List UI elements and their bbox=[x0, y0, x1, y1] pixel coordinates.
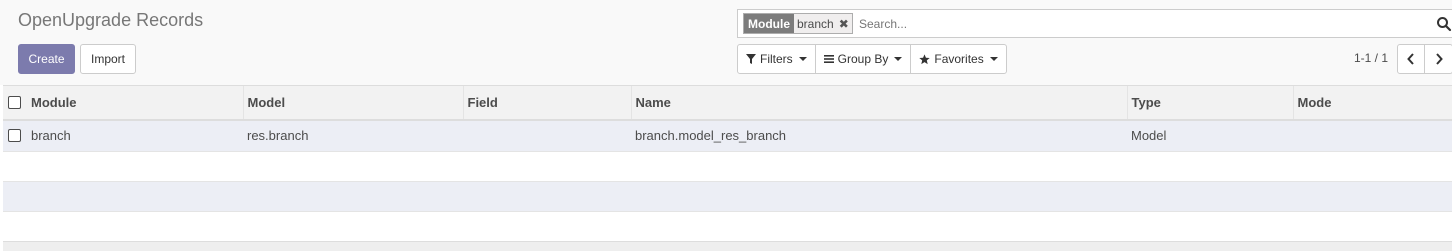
control-panel: OpenUpgrade Records Create Import Module… bbox=[0, 0, 1452, 85]
facet-label: Module bbox=[744, 14, 794, 33]
cell-model[interactable]: res.branch bbox=[243, 119, 463, 152]
pager-value[interactable]: 1-1 / 1 bbox=[1354, 51, 1388, 65]
favorites-label: Favorites bbox=[934, 52, 984, 66]
group-by-label: Group By bbox=[837, 52, 889, 66]
table-header-row: Module Model Field Name Type Mode bbox=[3, 85, 1452, 121]
search-facet[interactable]: Module branch ✖ bbox=[743, 13, 853, 34]
table-row[interactable]: branch res.branch branch.model_res_branc… bbox=[3, 119, 1452, 152]
empty-row bbox=[3, 181, 1452, 212]
search-icon[interactable] bbox=[1436, 16, 1452, 32]
table-footer bbox=[3, 241, 1452, 251]
pager-previous-button[interactable] bbox=[1397, 44, 1425, 74]
cell-field[interactable] bbox=[463, 119, 631, 152]
bars-icon bbox=[823, 55, 834, 63]
column-header-type[interactable]: Type bbox=[1126, 85, 1293, 121]
column-label: Module bbox=[31, 94, 77, 110]
caret-down-icon bbox=[894, 57, 903, 61]
pager-next-button[interactable] bbox=[1425, 44, 1452, 74]
chevron-right-icon bbox=[1435, 53, 1443, 65]
page-title: OpenUpgrade Records bbox=[18, 10, 204, 30]
records-table: Module Model Field Name Type Mode branch… bbox=[3, 85, 1452, 242]
filter-icon bbox=[746, 54, 756, 64]
row-checkbox[interactable] bbox=[8, 129, 21, 143]
search-bar: Module branch ✖ bbox=[737, 9, 1452, 38]
favorites-dropdown[interactable]: Favorites bbox=[911, 45, 1005, 73]
column-header-name[interactable]: Name bbox=[630, 85, 1127, 121]
chevron-left-icon bbox=[1407, 53, 1414, 65]
empty-row bbox=[3, 151, 1452, 182]
cell-mode[interactable] bbox=[1293, 119, 1452, 152]
filters-dropdown[interactable]: Filters bbox=[738, 45, 816, 73]
column-header-model[interactable]: Model bbox=[242, 85, 463, 121]
column-header-mode[interactable]: Mode bbox=[1292, 85, 1452, 121]
star-icon bbox=[919, 53, 931, 64]
search-input[interactable] bbox=[859, 13, 1419, 34]
caret-down-icon bbox=[798, 57, 807, 61]
empty-row bbox=[3, 211, 1452, 242]
cell-module-value: branch bbox=[31, 128, 71, 144]
search-options: Filters Group By Favorites bbox=[737, 44, 1007, 74]
cell-name[interactable]: branch.model_res_branch bbox=[631, 119, 1127, 152]
group-by-dropdown[interactable]: Group By bbox=[816, 45, 912, 73]
cell-type[interactable]: Model bbox=[1127, 119, 1293, 152]
cell-module[interactable]: branch bbox=[3, 119, 243, 152]
create-button[interactable]: Create bbox=[18, 44, 75, 74]
select-all-checkbox[interactable] bbox=[8, 95, 21, 109]
column-header-module[interactable]: Module bbox=[3, 85, 243, 121]
caret-down-icon bbox=[989, 57, 998, 61]
facet-value: branch bbox=[797, 16, 834, 31]
column-header-field[interactable]: Field bbox=[462, 85, 631, 121]
import-button[interactable]: Import bbox=[80, 44, 136, 74]
facet-remove-icon[interactable]: ✖ bbox=[837, 14, 852, 33]
filters-label: Filters bbox=[760, 52, 793, 66]
